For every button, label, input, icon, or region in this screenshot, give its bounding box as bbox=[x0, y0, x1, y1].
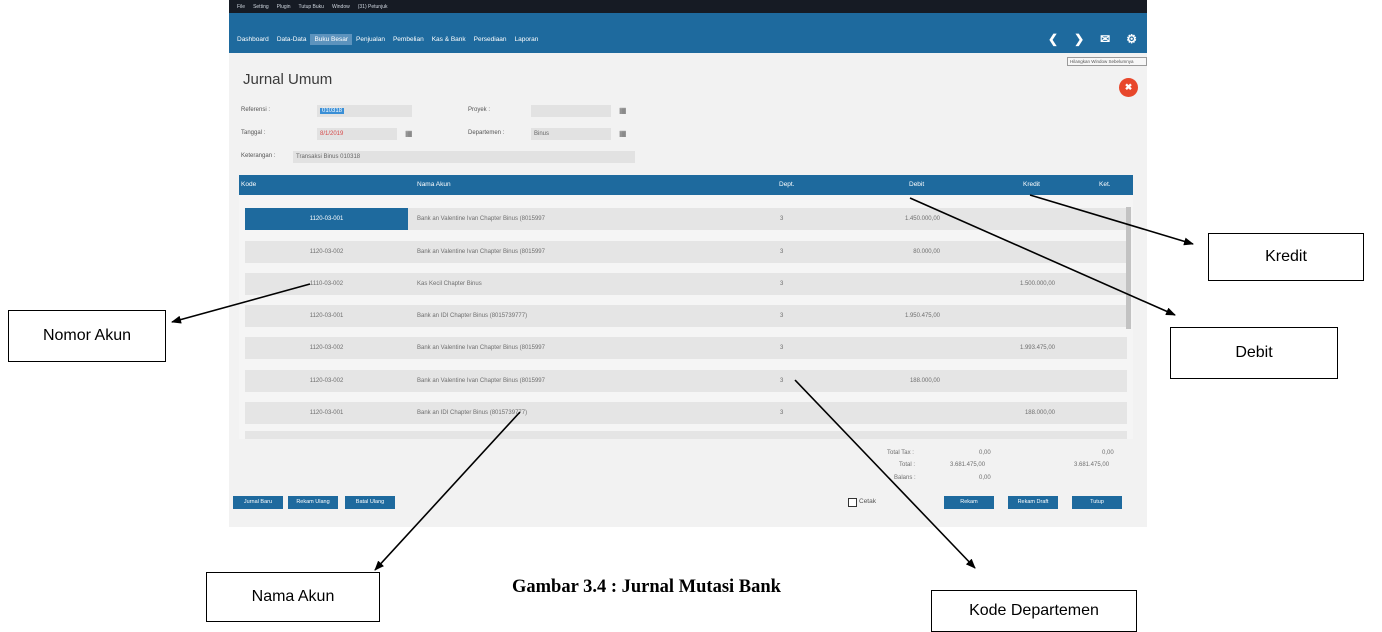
debit-callout: Debit bbox=[1170, 327, 1338, 379]
nama-akun-arrow bbox=[374, 411, 521, 571]
kredit-arrow bbox=[1029, 194, 1194, 246]
kode-departemen-callout: Kode Departemen bbox=[931, 590, 1137, 632]
kode-departemen-arrow bbox=[794, 379, 976, 569]
nomor-akun-callout: Nomor Akun bbox=[8, 310, 166, 362]
kredit-callout: Kredit bbox=[1208, 233, 1364, 281]
figure-caption: Gambar 3.4 : Jurnal Mutasi Bank bbox=[512, 577, 781, 597]
nomor-akun-arrow bbox=[171, 283, 311, 324]
nama-akun-callout: Nama Akun bbox=[206, 572, 380, 622]
debit-arrow bbox=[909, 197, 1176, 316]
annotation-arrows bbox=[171, 194, 1194, 571]
